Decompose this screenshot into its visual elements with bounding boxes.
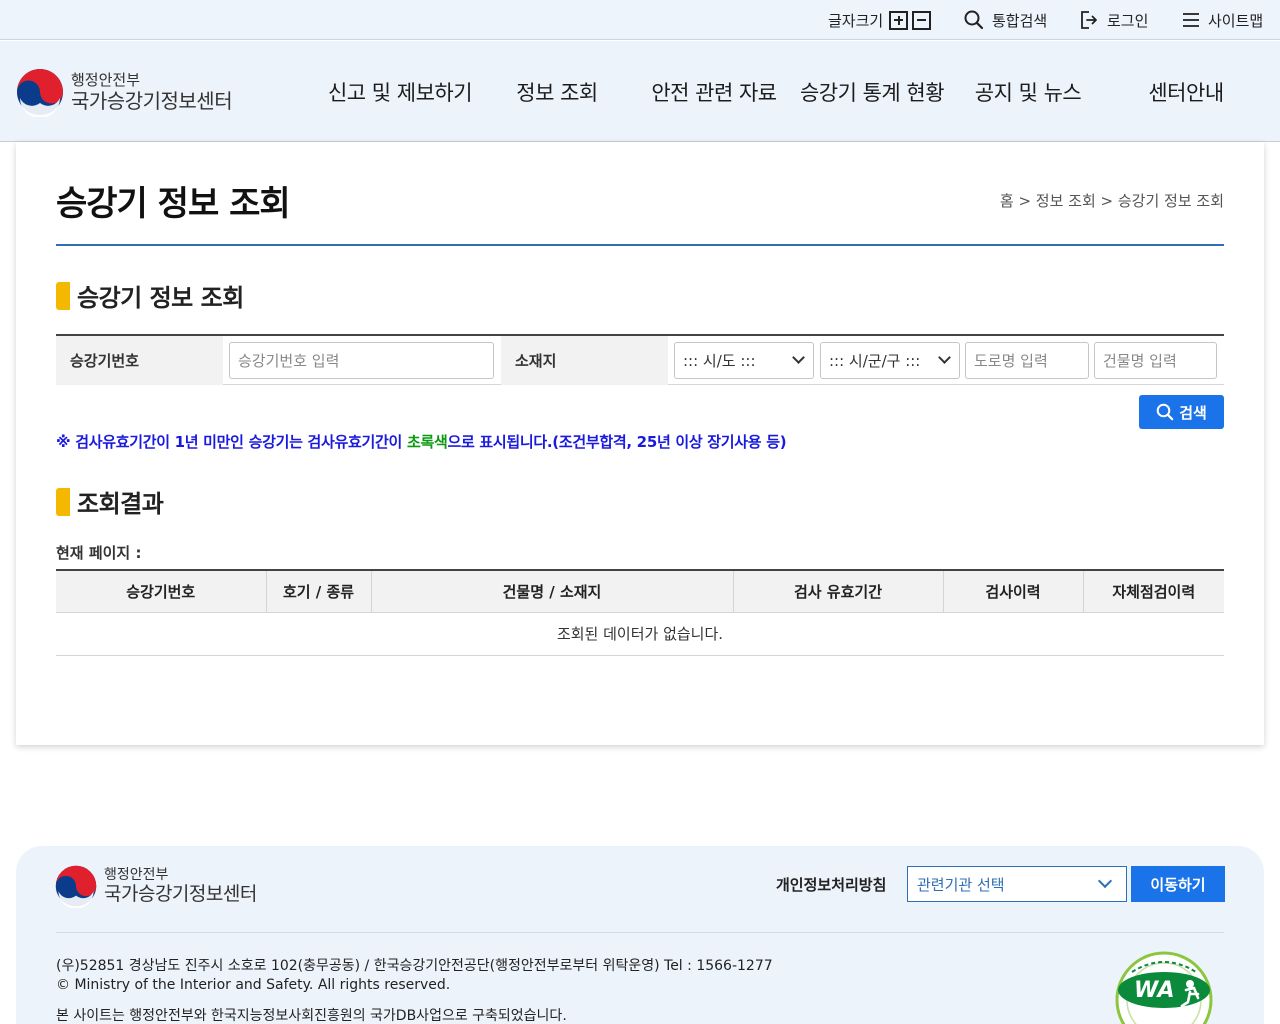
chevron-down-icon	[1097, 873, 1113, 889]
footer-address: (우)52851 경상남도 진주시 소호로 102(충무공동) / 한국승강기안…	[56, 958, 773, 974]
web-accessibility-mark-icon: WA	[1115, 951, 1213, 1024]
sido-select[interactable]: ::: 시/도 :::	[674, 342, 814, 379]
location-label: 소재지	[501, 336, 668, 385]
search-icon	[1156, 403, 1174, 421]
search-button[interactable]: 검색	[1139, 395, 1224, 429]
empty-result-message: 조회된 데이터가 없습니다.	[56, 612, 1224, 656]
building-name-input[interactable]	[1094, 342, 1217, 379]
breadcrumb: 홈 > 정보 조회 > 승강기 정보 조회	[999, 192, 1224, 210]
content-card: 승강기 정보 조회 홈 > 정보 조회 > 승강기 정보 조회 승강기 정보 조…	[16, 142, 1264, 745]
search-icon	[964, 10, 984, 30]
sitemap-label: 사이트맵	[1208, 11, 1264, 30]
unified-search-link[interactable]: 통합검색	[964, 0, 1047, 40]
footer-logo-ministry: 행정안전부	[104, 867, 169, 883]
title-divider	[56, 244, 1224, 246]
menu-icon	[1183, 13, 1199, 27]
go-button[interactable]: 이동하기	[1131, 866, 1225, 902]
svg-text:WA: WA	[1134, 978, 1175, 1003]
sigungu-select[interactable]: ::: 시/군/구 :::	[820, 342, 960, 379]
related-org-select-value: 관련기관 선택	[917, 875, 1005, 894]
search-section-title: 승강기 정보 조회	[77, 284, 244, 312]
column-header: 승강기번호	[56, 569, 266, 613]
footer-db-notice: 본 사이트는 행정안전부와 한국지능정보사회진흥원의 국가DB사업으로 구축되었…	[56, 1008, 567, 1024]
government-emblem-icon	[55, 865, 97, 908]
privacy-policy-link[interactable]: 개인정보처리방침	[776, 874, 886, 895]
results-section-heading: 조회결과	[56, 484, 164, 519]
sigungu-select-value: ::: 시/군/구 :::	[829, 352, 921, 370]
results-table: 승강기번호 호기 / 종류 건물명 / 소재지 검사 유효기간 검사이력 자체점…	[56, 569, 1224, 656]
table-header-row: 승강기번호 호기 / 종류 건물명 / 소재지 검사 유효기간 검사이력 자체점…	[56, 569, 1224, 613]
logo-ministry: 행정안전부	[71, 70, 141, 89]
elevator-number-cell	[223, 336, 501, 385]
font-size-label: 글자크기	[828, 11, 884, 30]
column-header: 검사 유효기간	[732, 569, 943, 613]
notice-highlight: 초록색	[406, 433, 448, 451]
unified-search-label: 통합검색	[992, 11, 1048, 30]
sido-select-value: ::: 시/도 :::	[683, 352, 756, 370]
location-cell: ::: 시/도 ::: ::: 시/군/구 :::	[668, 336, 1224, 385]
logo-text: 행정안전부 국가승강기정보센터	[71, 70, 233, 113]
logo-center: 국가승강기정보센터	[71, 88, 233, 113]
footer-divider	[56, 932, 1224, 933]
footer-logo[interactable]: 행정안전부 국가승강기정보센터	[54, 864, 257, 908]
page-title: 승강기 정보 조회	[56, 184, 291, 224]
search-form: 승강기번호 소재지 ::: 시/도 ::: ::: 시/군/구 :::	[56, 334, 1224, 385]
footer-logo-text: 행정안전부 국가승강기정보센터	[104, 867, 257, 905]
section-marker	[56, 281, 70, 310]
chevron-down-icon	[938, 351, 951, 364]
search-button-label: 검색	[1179, 403, 1207, 422]
sitemap-link[interactable]: 사이트맵	[1182, 0, 1263, 40]
notice-prefix: ※ 검사유효기간이 1년 미만인 승강기는 검사유효기간이	[56, 433, 407, 451]
elevator-number-label: 승강기번호	[56, 336, 223, 385]
nav-item-report[interactable]: 신고 및 제보하기	[322, 41, 478, 142]
inspection-notice: ※ 검사유효기간이 1년 미만인 승강기는 검사유효기간이 초록색으로 표시됩니…	[56, 431, 787, 452]
nav-item-statistics[interactable]: 승강기 통계 현황	[794, 41, 950, 142]
nav-item-info-lookup[interactable]: 정보 조회	[502, 41, 612, 142]
related-org-select[interactable]: 관련기관 선택	[907, 866, 1127, 902]
current-page-label: 현재 페이지 :	[56, 544, 142, 562]
site-logo[interactable]: 행정안전부 국가승강기정보센터	[15, 67, 233, 117]
table-row: 조회된 데이터가 없습니다.	[56, 612, 1224, 656]
section-marker	[56, 487, 70, 516]
elevator-number-input[interactable]	[229, 342, 494, 379]
nav-item-center-info[interactable]: 센터안내	[1130, 41, 1242, 142]
column-header: 자체점검이력	[1082, 569, 1224, 613]
results-section-title: 조회결과	[77, 490, 164, 518]
main-header: 행정안전부 국가승강기정보센터 신고 및 제보하기 정보 조회 안전 관련 자료…	[0, 41, 1280, 142]
footer: 행정안전부 국가승강기정보센터 개인정보처리방침 관련기관 선택 이동하기 (우…	[16, 846, 1264, 1024]
login-icon	[1081, 11, 1097, 29]
utility-bar: 글자크기 통합검색 로그인 사이트맵	[0, 0, 1280, 40]
road-name-input[interactable]	[965, 342, 1089, 379]
search-section-heading: 승강기 정보 조회	[56, 278, 244, 313]
column-header: 검사이력	[942, 569, 1083, 613]
login-link[interactable]: 로그인	[1079, 0, 1148, 40]
column-header: 호기 / 종류	[265, 569, 371, 613]
nav-item-safety-materials[interactable]: 안전 관련 자료	[646, 41, 782, 142]
notice-suffix: 으로 표시됩니다.(조건부합격, 25년 이상 장기사용 등)	[447, 433, 787, 451]
font-decrease-icon[interactable]	[912, 10, 932, 30]
column-header: 건물명 / 소재지	[370, 569, 733, 613]
font-size-control: 글자크기	[828, 0, 932, 40]
footer-copyright: © Ministry of the Interior and Safety. A…	[56, 977, 451, 993]
footer-logo-center: 국가승강기정보센터	[104, 883, 257, 905]
login-label: 로그인	[1107, 11, 1149, 30]
font-increase-icon[interactable]	[889, 10, 909, 30]
government-emblem-icon	[17, 69, 63, 117]
chevron-down-icon	[792, 351, 805, 364]
nav-item-news[interactable]: 공지 및 뉴스	[968, 41, 1088, 142]
